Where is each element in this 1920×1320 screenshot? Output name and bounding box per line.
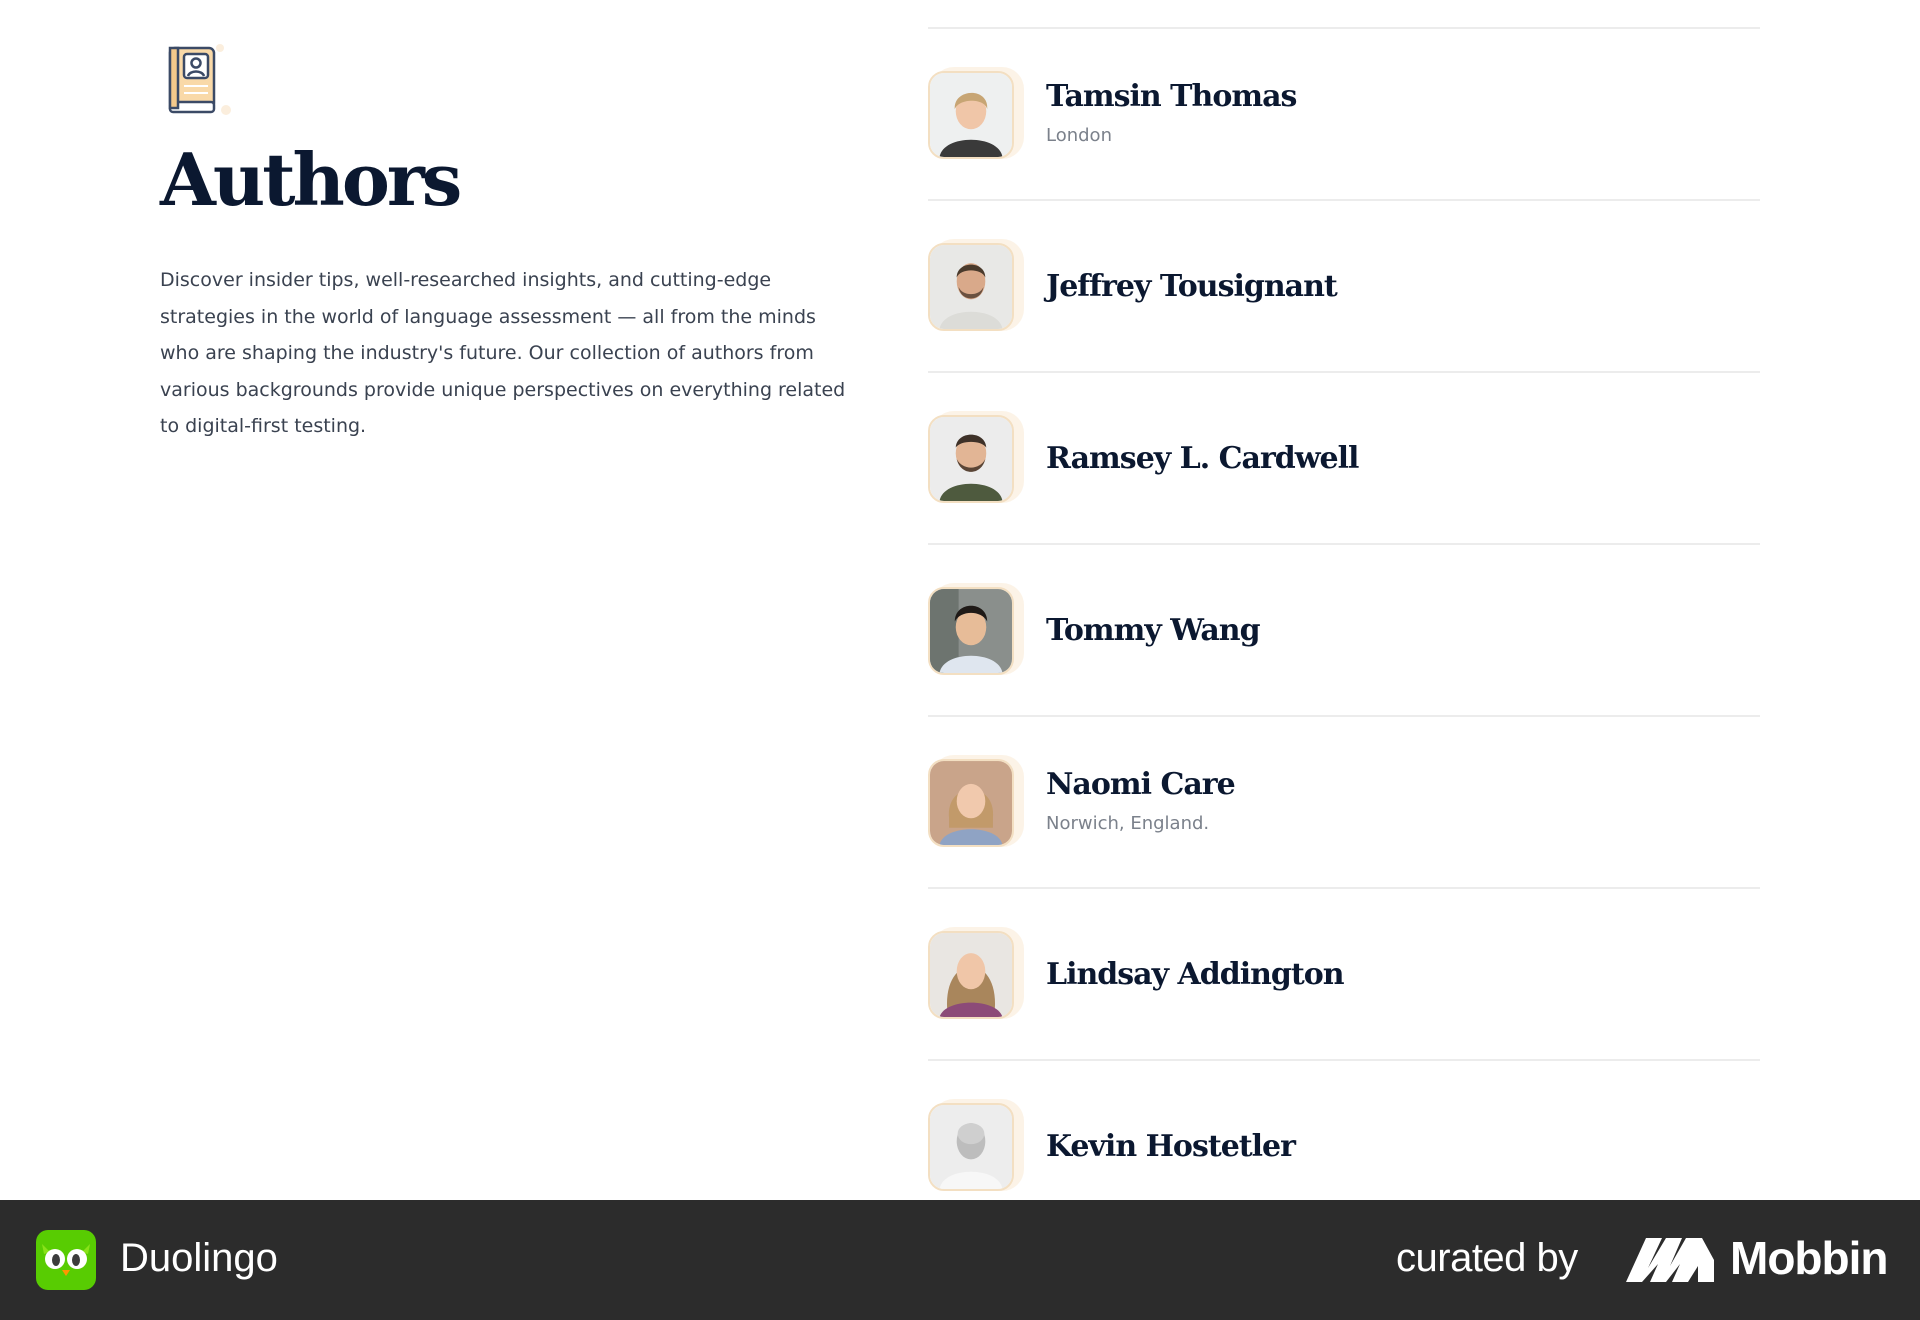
avatar[interactable] <box>928 927 1024 1021</box>
author-photo <box>928 931 1014 1019</box>
author-row[interactable]: Tamsin Thomas London <box>928 27 1760 199</box>
author-row[interactable]: Jeffrey Tousignant <box>928 199 1760 371</box>
duolingo-owl-icon <box>36 1230 96 1290</box>
author-name[interactable]: Ramsey L. Cardwell <box>1046 441 1359 476</box>
author-name[interactable]: Tommy Wang <box>1046 613 1261 648</box>
author-photo <box>928 71 1014 159</box>
avatar[interactable] <box>928 239 1024 333</box>
mobbin-logo-icon <box>1626 1238 1714 1282</box>
author-row[interactable]: Ramsey L. Cardwell <box>928 371 1760 543</box>
avatar[interactable] <box>928 67 1024 161</box>
author-name[interactable]: Kevin Hostetler <box>1046 1129 1296 1164</box>
avatar[interactable] <box>928 583 1024 677</box>
author-photo <box>928 243 1014 331</box>
author-name[interactable]: Lindsay Addington <box>1046 957 1345 992</box>
author-name[interactable]: Jeffrey Tousignant <box>1046 269 1338 304</box>
intro-text: Discover insider tips, well-researched i… <box>160 269 846 437</box>
author-photo <box>928 1103 1014 1191</box>
author-photo <box>928 415 1014 503</box>
curator-name: Mobbin <box>1730 1232 1888 1284</box>
page-title: Authors <box>160 137 462 222</box>
app-name: Duolingo <box>120 1236 278 1280</box>
author-row[interactable]: Lindsay Addington <box>928 887 1760 1059</box>
curated-by-label: curated by <box>1396 1236 1578 1280</box>
author-book-icon <box>160 40 232 120</box>
author-photo <box>928 587 1014 675</box>
avatar[interactable] <box>928 755 1024 849</box>
author-name[interactable]: Tamsin Thomas <box>1046 79 1297 114</box>
author-location: London <box>1046 125 1112 146</box>
author-row[interactable]: Tommy Wang <box>928 543 1760 715</box>
footer-banner: Duolingo curated by Mobbin <box>0 1200 1920 1320</box>
author-list: Tamsin Thomas London Jeffrey Tousignant … <box>928 27 1760 1231</box>
author-photo <box>928 759 1014 847</box>
author-name[interactable]: Naomi Care <box>1046 767 1236 802</box>
avatar[interactable] <box>928 1099 1024 1193</box>
author-row[interactable]: Naomi Care Norwich, England. <box>928 715 1760 887</box>
author-location: Norwich, England. <box>1046 813 1210 834</box>
avatar[interactable] <box>928 411 1024 505</box>
